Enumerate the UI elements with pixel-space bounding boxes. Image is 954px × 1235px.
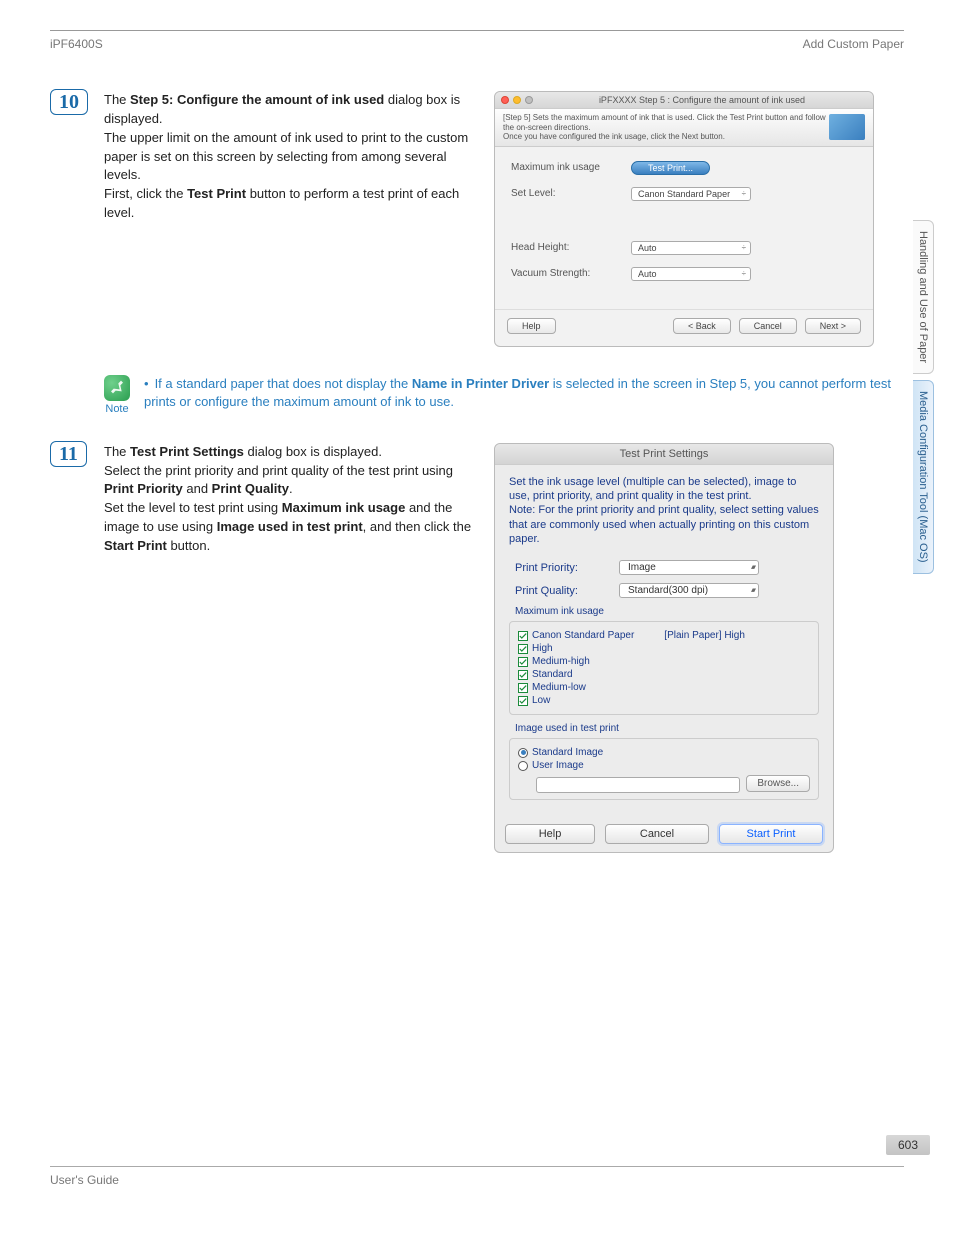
vacuum-label: Vacuum Strength: [511, 268, 631, 279]
image-used-box: Standard Image User Image Browse... [509, 738, 819, 800]
level-csp-right: [Plain Paper] High [664, 630, 745, 641]
test-print-button[interactable]: Test Print... [631, 161, 710, 175]
checkbox-medium-high[interactable] [518, 657, 528, 667]
user-image-label: User Image [532, 760, 584, 771]
step5-dialog: iPFXXXX Step 5 : Configure the amount of… [494, 91, 874, 347]
tps-help-button[interactable]: Help [505, 824, 595, 844]
print-priority-select[interactable]: Image [619, 560, 759, 575]
ink-levels-box: Canon Standard Paper [Plain Paper] High … [509, 621, 819, 715]
print-quality-select[interactable]: Standard(300 dpi) [619, 583, 759, 598]
head-height-select[interactable]: Auto [631, 241, 751, 255]
start-print-button[interactable]: Start Print [719, 824, 823, 844]
level-medium-low: Medium-low [532, 682, 586, 693]
note-label: Note [104, 403, 130, 415]
level-csp: Canon Standard Paper [532, 630, 634, 641]
tps-intro: Set the ink usage level (multiple can be… [509, 475, 819, 546]
set-level-label: Set Level: [511, 188, 631, 199]
radio-user-image[interactable] [518, 761, 528, 771]
checkbox-low[interactable] [518, 696, 528, 706]
browse-button[interactable]: Browse... [746, 775, 810, 792]
print-priority-label: Print Priority: [509, 562, 619, 574]
checkbox-high[interactable] [518, 644, 528, 654]
minimize-icon[interactable] [513, 96, 521, 104]
help-button[interactable]: Help [507, 318, 556, 334]
level-medium-high: Medium-high [532, 656, 590, 667]
tps-cancel-button[interactable]: Cancel [605, 824, 709, 844]
wizard-logo-icon [829, 114, 865, 140]
checkbox-medium-low[interactable] [518, 683, 528, 693]
max-ink-usage-label: Maximum ink usage [515, 606, 819, 617]
footer-guide: User's Guide [50, 1173, 119, 1187]
tps-title: Test Print Settings [495, 444, 833, 465]
side-tab-media-config[interactable]: Media Configuration Tool (Mac OS) [913, 380, 934, 574]
step11-text: The Test Print Settings dialog box is di… [104, 443, 474, 853]
print-quality-label: Print Quality: [509, 585, 619, 597]
test-print-settings-dialog: Test Print Settings Set the ink usage le… [494, 443, 834, 853]
header-model: iPF6400S [50, 37, 103, 51]
zoom-icon[interactable] [525, 96, 533, 104]
step10-text: The Step 5: Configure the amount of ink … [104, 91, 474, 347]
close-icon[interactable] [501, 96, 509, 104]
image-used-label: Image used in test print [515, 723, 819, 734]
radio-standard-image[interactable] [518, 748, 528, 758]
note-text: •If a standard paper that does not displ… [144, 375, 904, 411]
back-button[interactable]: < Back [673, 318, 731, 334]
dialog-title: iPFXXXX Step 5 : Configure the amount of… [537, 95, 867, 105]
level-high: High [532, 643, 553, 654]
checkbox-standard[interactable] [518, 670, 528, 680]
checkbox-csp[interactable] [518, 631, 528, 641]
vacuum-select[interactable]: Auto [631, 267, 751, 281]
dialog-banner: [Step 5] Sets the maximum amount of ink … [503, 113, 829, 142]
page-number: 603 [886, 1135, 930, 1155]
standard-image-label: Standard Image [532, 747, 603, 758]
next-button[interactable]: Next > [805, 318, 861, 334]
cancel-button[interactable]: Cancel [739, 318, 797, 334]
max-ink-label: Maximum ink usage [511, 162, 631, 173]
side-tab-handling[interactable]: Handling and Use of Paper [913, 220, 934, 374]
step-number-11: 11 [50, 441, 87, 467]
set-level-select[interactable]: Canon Standard Paper [631, 187, 751, 201]
header-section: Add Custom Paper [803, 37, 904, 51]
user-image-path-input[interactable] [536, 777, 740, 793]
head-height-label: Head Height: [511, 242, 631, 253]
level-standard: Standard [532, 669, 573, 680]
step-number-10: 10 [50, 89, 88, 115]
note-icon [104, 375, 130, 401]
level-low: Low [532, 695, 550, 706]
